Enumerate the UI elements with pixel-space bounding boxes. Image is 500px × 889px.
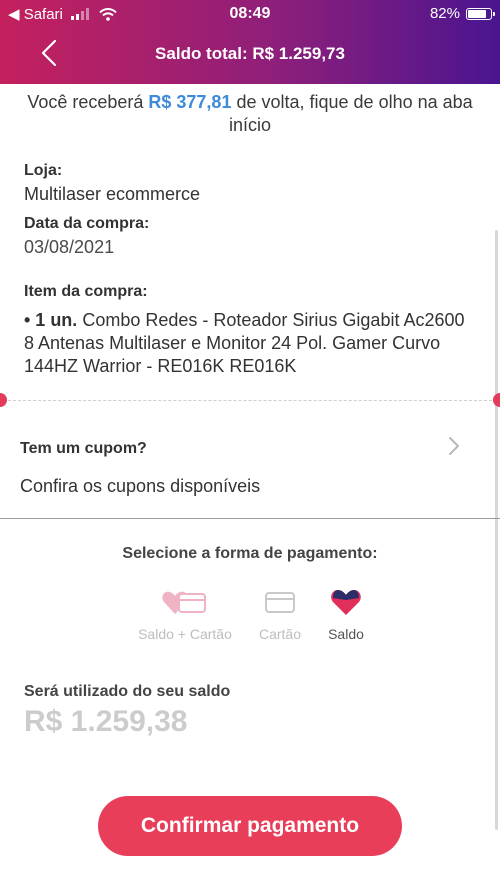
credit-card-icon: [265, 592, 295, 613]
purchase-date-value: 03/08/2021: [24, 237, 115, 257]
payment-option-card[interactable]: Cartão: [250, 588, 310, 642]
chevron-right-icon: [449, 437, 459, 455]
purchase-item-text: Combo Redes - Roteador Sirius Gigabit Ac…: [24, 310, 465, 376]
balance-used-value: R$ 1.259,38: [24, 705, 188, 738]
store-value: Multilaser ecommerce: [24, 184, 201, 204]
status-bar: ◀ Safari 08:49 82%: [0, 0, 500, 28]
purchase-date-label: Data da compra:: [24, 215, 150, 232]
battery-icon: [466, 7, 495, 20]
payment-method-title: Selecione a forma de pagamento:: [122, 545, 378, 562]
section-divider: [0, 518, 500, 519]
payment-option-balance[interactable]: Saldo: [316, 588, 376, 642]
purchase-date-section: Data da compra: 03/08/2021: [24, 215, 474, 258]
payment-option-label: Cartão: [258, 626, 302, 642]
ticket-notch-left: [0, 393, 7, 407]
payment-option-balance-plus-card[interactable]: Saldo + Cartão: [126, 588, 244, 642]
status-right: 82%: [429, 5, 495, 22]
heart-balance-icon: [331, 590, 361, 615]
coupon-title: Tem um cupom?: [20, 440, 147, 457]
purchase-item-section: Item da compra: • 1 un. Combo Redes - Ro…: [24, 283, 474, 378]
coupon-subtitle: Confira os cupons disponíveis: [20, 476, 261, 496]
confirm-payment-button[interactable]: Confirmar pagamento: [98, 796, 402, 856]
cashback-prefix: Você receberá: [27, 92, 149, 112]
purchase-item-description: • 1 un. Combo Redes - Roteador Sirius Gi…: [24, 309, 474, 378]
balance-used-label: Será utilizado do seu saldo: [24, 683, 231, 700]
ticket-notch-right: [493, 393, 500, 407]
dashed-divider: [8, 400, 492, 401]
top-header: ◀ Safari 08:49 82% Saldo total: R$ 1.259…: [0, 0, 500, 84]
purchase-item-label: Item da compra:: [24, 283, 148, 300]
cashback-amount: R$ 377,81: [148, 92, 232, 112]
scrollbar[interactable]: [495, 230, 498, 830]
payment-option-label: Saldo: [328, 626, 364, 642]
purchase-item-qty: • 1 un.: [24, 310, 78, 330]
coupon-row[interactable]: Tem um cupom? Confira os cupons disponív…: [0, 424, 500, 518]
status-time: 08:49: [229, 5, 271, 22]
cashback-suffix: de volta, fique de olho na aba início: [228, 92, 473, 135]
balance-plus-card-icon: [162, 591, 206, 614]
battery-percentage: 82%: [429, 5, 460, 22]
store-section: Loja: Multilaser ecommerce: [24, 162, 474, 205]
cashback-message: Você receberá R$ 377,81 de volta, fique …: [20, 91, 480, 137]
store-label: Loja:: [24, 162, 63, 179]
payment-option-label: Saldo + Cartão: [138, 626, 232, 642]
header-title: Saldo total: R$ 1.259,73: [155, 44, 345, 63]
